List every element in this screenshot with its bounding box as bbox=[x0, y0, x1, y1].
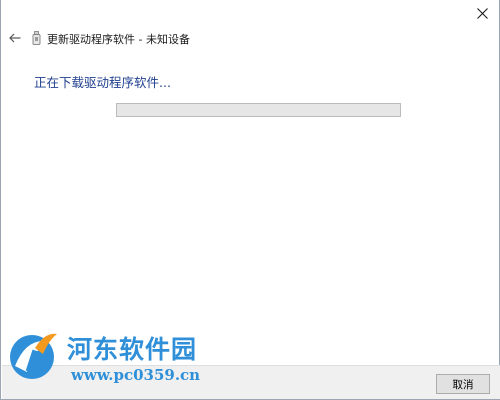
window-header: 更新驱动程序软件 - 未知设备 bbox=[1, 26, 500, 50]
driver-update-window: 更新驱动程序软件 - 未知设备 正在下载驱动程序软件... 取消 河东软件园 w… bbox=[0, 0, 500, 400]
download-progress-bar bbox=[116, 103, 401, 117]
close-button[interactable] bbox=[471, 2, 493, 24]
watermark-name: 河东软件园 bbox=[67, 335, 198, 364]
back-button[interactable] bbox=[7, 30, 23, 46]
close-icon bbox=[476, 7, 488, 19]
cancel-button[interactable]: 取消 bbox=[436, 374, 490, 394]
dialog-footer: 取消 bbox=[2, 365, 500, 399]
back-arrow-icon bbox=[9, 33, 21, 43]
window-title: 更新驱动程序软件 - 未知设备 bbox=[47, 33, 190, 46]
usb-device-icon bbox=[32, 31, 41, 45]
download-status-text: 正在下载驱动程序软件... bbox=[34, 75, 171, 90]
